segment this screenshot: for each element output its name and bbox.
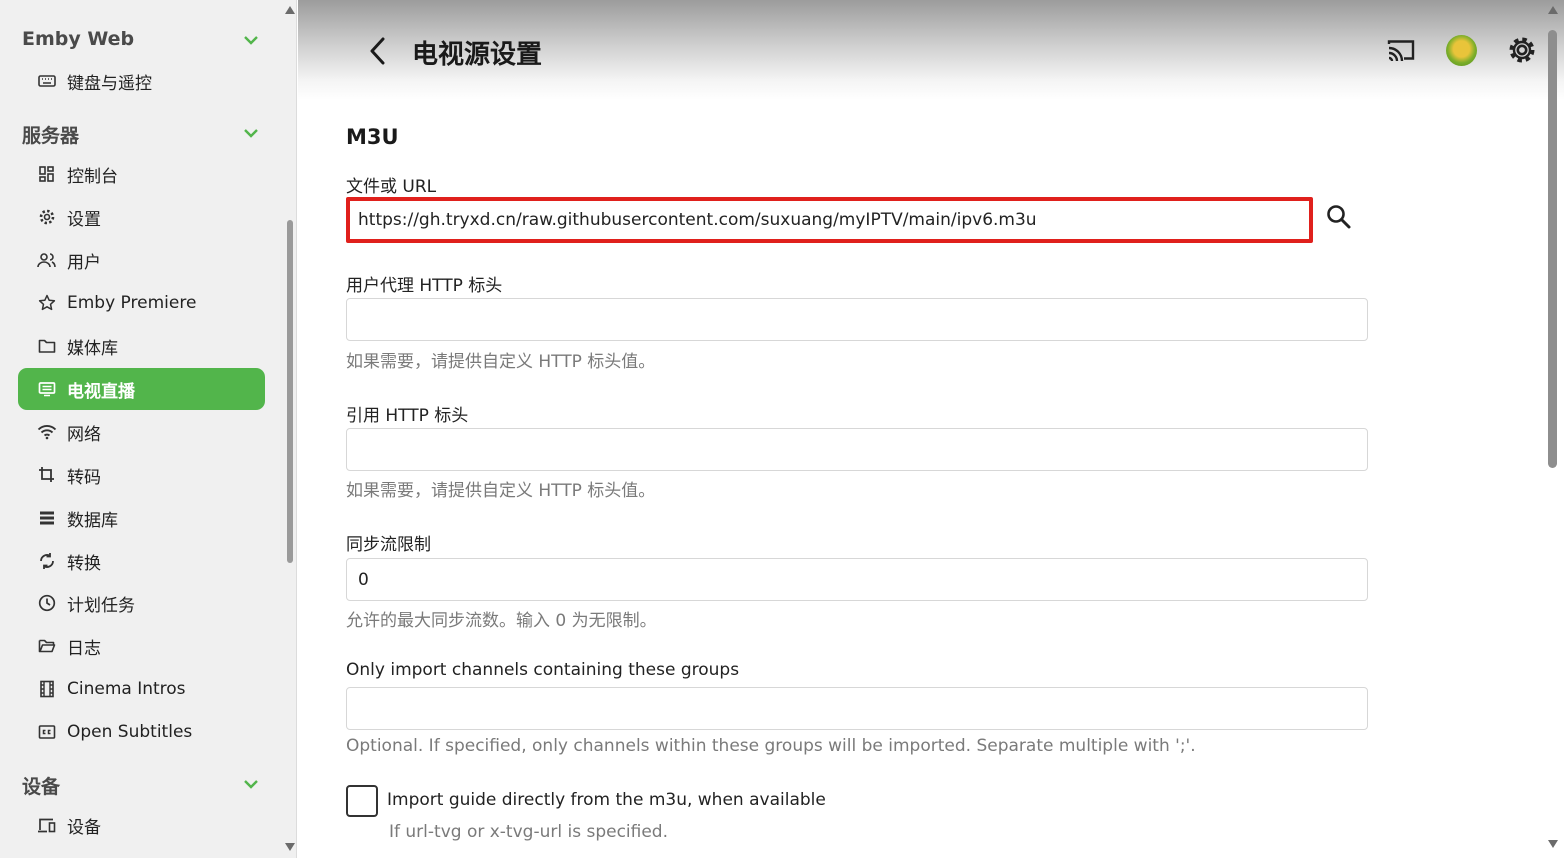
sidebar-item-label: 转码 <box>67 467 101 488</box>
sidebar-item-devices[interactable]: 设备 <box>18 804 265 846</box>
sidebar-section-emby-web[interactable]: Emby Web <box>22 28 134 50</box>
wifi-icon <box>37 422 57 442</box>
sidebar-item-label: 数据库 <box>67 510 118 531</box>
user-agent-help: 如果需要，请提供自定义 HTTP 标头值。 <box>346 352 656 372</box>
subtitles-icon <box>37 722 57 742</box>
page-title: 电视源设置 <box>412 40 543 70</box>
file-url-label: 文件或 URL <box>346 177 437 197</box>
sidebar-item-libraries[interactable]: 媒体库 <box>18 325 265 367</box>
sidebar-item-label: 设置 <box>67 209 101 230</box>
referer-label: 引用 HTTP 标头 <box>346 406 469 426</box>
film-icon <box>37 679 57 699</box>
sidebar-item-scheduled-tasks[interactable]: 计划任务 <box>18 582 265 624</box>
sidebar: Emby Web 键盘与遥控 服务器 控制台 设置 用户 Emby Premie… <box>0 0 297 858</box>
convert-icon <box>37 551 57 571</box>
groups-label: Only import channels containing these gr… <box>346 660 740 680</box>
import-guide-help: If url-tvg or x-tvg-url is specified. <box>389 822 668 842</box>
sidebar-item-emby-premiere[interactable]: Emby Premiere <box>18 282 265 324</box>
sidebar-item-keyboard[interactable]: 键盘与遥控 <box>18 60 265 102</box>
folder-open-icon <box>37 636 57 656</box>
sidebar-item-network[interactable]: 网络 <box>18 411 265 453</box>
sidebar-section-server[interactable]: 服务器 <box>22 121 79 148</box>
sidebar-item-transcode[interactable]: 转码 <box>18 454 265 496</box>
user-agent-input[interactable] <box>346 298 1368 341</box>
devices-icon <box>37 815 57 835</box>
user-agent-label: 用户代理 HTTP 标头 <box>346 276 503 296</box>
referer-help: 如果需要，请提供自定义 HTTP 标头值。 <box>346 481 656 501</box>
sidebar-item-live-tv[interactable]: 电视直播 <box>18 368 265 410</box>
referer-input[interactable] <box>346 428 1368 471</box>
sidebar-section-devices[interactable]: 设备 <box>22 772 60 799</box>
stream-limit-input[interactable] <box>346 558 1368 601</box>
chevron-down-icon[interactable] <box>242 31 260 49</box>
sidebar-item-label: 键盘与遥控 <box>67 73 152 94</box>
stream-limit-help: 允许的最大同步流数。输入 0 为无限制。 <box>346 611 657 631</box>
users-icon <box>37 250 57 270</box>
sidebar-item-label: 媒体库 <box>67 338 118 359</box>
section-title: M3U <box>346 125 399 149</box>
import-guide-checkbox[interactable] <box>346 785 378 817</box>
sidebar-item-label: 计划任务 <box>67 595 135 616</box>
chevron-down-icon[interactable] <box>242 775 260 793</box>
sidebar-item-label: 设备 <box>67 817 101 838</box>
sidebar-item-label: Open Subtitles <box>67 722 193 742</box>
sidebar-item-label: 电视直播 <box>67 381 135 402</box>
main-scroll-up-arrow-icon[interactable] <box>1548 6 1558 14</box>
sidebar-item-settings[interactable]: 设置 <box>18 196 265 238</box>
clock-icon <box>37 593 57 613</box>
sidebar-item-open-subtitles[interactable]: Open Subtitles <box>18 711 265 753</box>
search-icon[interactable] <box>1323 201 1355 233</box>
sidebar-scrollbar-thumb[interactable] <box>287 220 293 563</box>
stream-limit-label: 同步流限制 <box>346 535 431 555</box>
star-icon <box>37 293 57 313</box>
back-arrow-icon[interactable] <box>364 34 392 68</box>
sidebar-item-label: 控制台 <box>67 166 118 187</box>
database-icon <box>37 508 57 528</box>
file-url-input[interactable] <box>346 197 1313 243</box>
gear-icon[interactable] <box>1506 34 1538 66</box>
app-window: Emby Web 键盘与遥控 服务器 控制台 设置 用户 Emby Premie… <box>0 0 1564 858</box>
sidebar-item-label: Cinema Intros <box>67 679 186 699</box>
avatar[interactable] <box>1446 35 1477 66</box>
sidebar-item-label: Emby Premiere <box>67 293 197 313</box>
groups-help: Optional. If specified, only channels wi… <box>346 736 1196 756</box>
live-tv-icon <box>37 379 57 399</box>
chevron-down-icon[interactable] <box>242 124 260 142</box>
transcode-icon <box>37 465 57 485</box>
import-guide-label[interactable]: Import guide directly from the m3u, when… <box>387 790 826 810</box>
groups-input[interactable] <box>346 687 1368 730</box>
sidebar-item-cinema-intros[interactable]: Cinema Intros <box>18 668 265 710</box>
sidebar-item-label: 转换 <box>67 553 101 574</box>
sidebar-item-label: 网络 <box>67 424 101 445</box>
sidebar-item-logs[interactable]: 日志 <box>18 625 265 667</box>
folder-icon <box>37 336 57 356</box>
scroll-down-arrow-icon[interactable] <box>285 843 295 851</box>
sidebar-item-label: 日志 <box>67 638 101 659</box>
scroll-up-arrow-icon[interactable] <box>285 6 295 14</box>
sidebar-item-users[interactable]: 用户 <box>18 239 265 281</box>
keyboard-icon <box>37 71 57 91</box>
sidebar-item-dashboard[interactable]: 控制台 <box>18 153 265 195</box>
sidebar-item-convert[interactable]: 转换 <box>18 540 265 582</box>
sidebar-item-label: 用户 <box>67 252 101 273</box>
main-scroll-down-arrow-icon[interactable] <box>1548 840 1558 848</box>
dashboard-icon <box>37 164 57 184</box>
main-scrollbar-thumb[interactable] <box>1548 30 1557 468</box>
cast-icon[interactable] <box>1385 34 1417 66</box>
gear-icon <box>37 207 57 227</box>
sidebar-item-database[interactable]: 数据库 <box>18 497 265 539</box>
